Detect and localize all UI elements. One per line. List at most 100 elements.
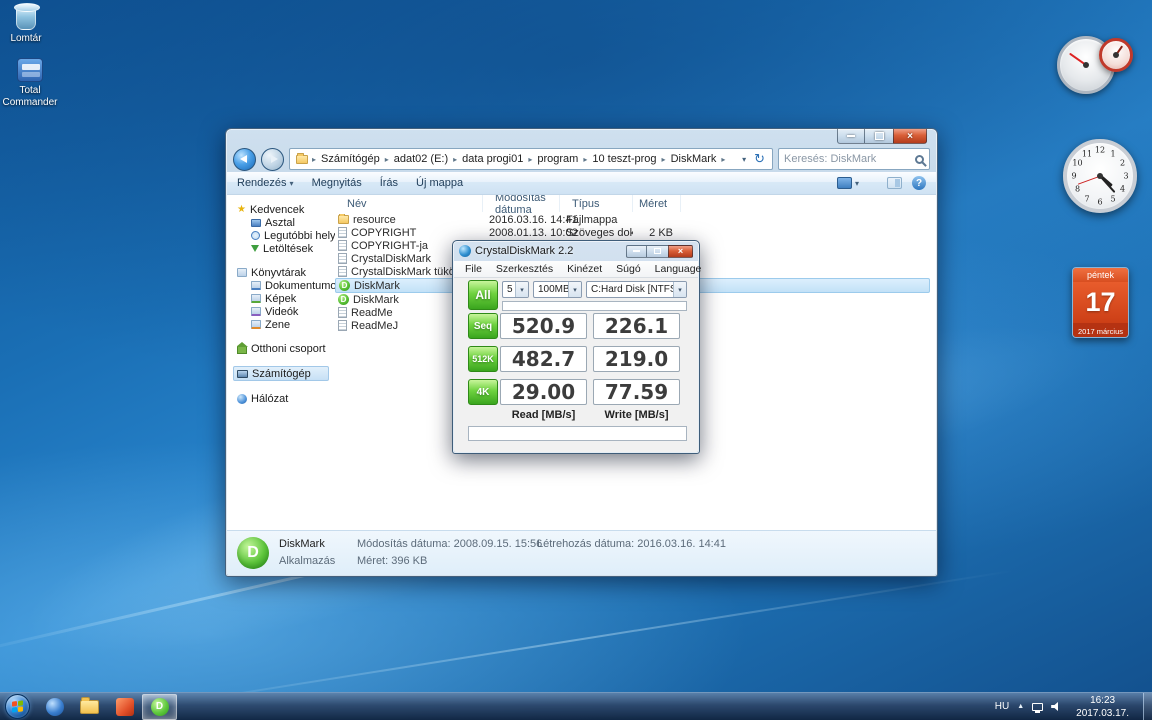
open-button[interactable]: Megnyitás [312, 177, 362, 189]
menu-bar: File Szerkesztés Kinézet Súgó Language [454, 261, 701, 278]
taskbar-clock[interactable]: 16:23 2017.03.17. [1070, 694, 1135, 720]
preview-pane-button[interactable] [887, 177, 902, 189]
organize-button[interactable]: Rendezés ▾ [237, 177, 294, 189]
column-header-size[interactable]: Méret [633, 195, 681, 212]
minimize-button[interactable] [837, 129, 865, 144]
language-indicator[interactable]: HU [995, 701, 1009, 712]
breadcrumb-separator-icon: ▸ [721, 154, 726, 164]
sidebar-item-recent-places[interactable]: Legutóbbi helyek [237, 229, 335, 242]
clock-number: 8 [1074, 184, 1081, 194]
show-desktop-button[interactable] [1143, 693, 1152, 720]
taskbar-icon-app-blue[interactable] [37, 694, 72, 720]
volume-icon[interactable] [1051, 702, 1058, 711]
drive-value: C:Hard Disk [NTFS] [591, 284, 673, 295]
chevron-down-icon: ▾ [568, 282, 581, 297]
search-input[interactable] [784, 153, 912, 165]
test-count-select[interactable]: 5 ▾ [502, 281, 529, 298]
calendar-gadget[interactable]: péntek 17 2017 március [1072, 267, 1129, 338]
address-history-dropdown-icon[interactable]: ▾ [738, 155, 750, 164]
menu-edit[interactable]: Szerkesztés [489, 263, 560, 275]
file-row[interactable]: COPYRIGHT 2008.01.13. 10:02 Szöveges dok… [335, 226, 936, 239]
read-column-header: Read [MB/s] [511, 409, 576, 421]
red-app-icon [115, 697, 134, 716]
sidebar-item-libraries[interactable]: Könyvtárak [237, 266, 335, 279]
text-file-icon [338, 320, 347, 331]
column-header-type[interactable]: Típus [560, 195, 633, 212]
start-button[interactable] [5, 694, 30, 719]
breadcrumb-drive[interactable]: adat02 (E:) [390, 153, 452, 165]
column-header-name[interactable]: Név [335, 195, 483, 212]
search-box[interactable] [778, 148, 930, 170]
taskbar-icon-diskmark-active[interactable] [142, 693, 177, 720]
sidebar-item-favorites[interactable]: ★ Kedvencek [237, 203, 335, 216]
sidebar-item-music[interactable]: Zene [237, 318, 335, 331]
clock-number: 4 [1119, 184, 1126, 194]
sidebar-item-videos[interactable]: Videók [237, 305, 335, 318]
refresh-icon[interactable]: ↻ [750, 151, 769, 167]
comment-field[interactable] [468, 426, 687, 441]
maximize-button[interactable] [865, 129, 893, 144]
sidebar-item-label: Otthoni csoport [251, 342, 326, 355]
512k-test-button[interactable]: 512K [468, 346, 498, 372]
sidebar-item-homegroup[interactable]: Otthoni csoport [237, 342, 335, 355]
show-hidden-icons-button[interactable]: ▲ [1017, 703, 1024, 710]
taskbar-icon-app-red[interactable] [107, 694, 142, 720]
new-folder-button[interactable]: Új mappa [416, 177, 463, 189]
forward-button[interactable] [261, 147, 284, 171]
network-icon[interactable] [1032, 702, 1044, 713]
4k-test-button[interactable]: 4K [468, 379, 498, 405]
calendar-day: 17 [1073, 282, 1128, 323]
menu-view[interactable]: Kinézet [560, 263, 609, 275]
recycle-bin-icon [14, 3, 40, 30]
drive-select[interactable]: C:Hard Disk [NTFS] ▾ [586, 281, 687, 298]
sidebar-item-computer[interactable]: Számítógép [233, 366, 329, 381]
sidebar-item-desktop[interactable]: Asztal [237, 216, 335, 229]
sidebar-item-documents[interactable]: Dokumentumok [237, 279, 335, 292]
close-button[interactable]: × [668, 244, 693, 258]
crystaldiskmark-window: CrystalDiskMark 2.2 × File Szerkesztés K… [452, 240, 701, 454]
breadcrumb-folder[interactable]: data progi01 [458, 153, 527, 165]
sidebar-item-network[interactable]: Hálózat [237, 392, 335, 405]
breadcrumb-current[interactable]: DiskMark [667, 153, 721, 165]
crystaldiskmark-titlebar[interactable]: CrystalDiskMark 2.2 × [453, 241, 699, 261]
sidebar-item-downloads[interactable]: Letöltések [237, 242, 335, 255]
back-button[interactable] [233, 147, 256, 171]
sidebar-item-pictures[interactable]: Képek [237, 292, 335, 305]
folder-icon [338, 213, 349, 224]
ram-meter-gadget[interactable] [1099, 38, 1133, 72]
windows-flag-icon [12, 700, 23, 713]
address-bar[interactable]: ▸ Számítógép ▸ adat02 (E:) ▸ data progi0… [289, 148, 773, 170]
write-column-header: Write [MB/s] [604, 409, 669, 421]
seq-test-button[interactable]: Seq [468, 313, 498, 339]
documents-library-icon [251, 281, 261, 290]
change-view-button[interactable]: ▾ [836, 177, 859, 189]
menu-help[interactable]: Súgó [609, 263, 648, 275]
text-file-icon [338, 307, 347, 318]
close-icon: × [907, 130, 913, 142]
navigation-pane: ★ Kedvencek Asztal Legutóbbi helyek Letö… [227, 195, 335, 530]
test-size-select[interactable]: 100MB ▾ [533, 281, 582, 298]
taskb ar-icon-explorer[interactable] [72, 694, 107, 720]
breadcrumb-folder[interactable]: program [533, 153, 582, 165]
organize-label: Rendezés [237, 177, 287, 189]
menu-file[interactable]: File [458, 263, 489, 275]
breadcrumb-folder[interactable]: 10 teszt-prog [588, 153, 660, 165]
chevron-down-icon: ▾ [515, 282, 528, 297]
file-row[interactable]: resource 2016.03.16. 14:41 Fájlmappa [335, 213, 936, 226]
clock-gadget[interactable]: 12 1 2 3 4 5 6 7 8 9 10 11 [1063, 139, 1137, 213]
chevron-down-icon: ▾ [673, 282, 686, 297]
gauge-hub [1113, 52, 1119, 58]
all-test-button[interactable]: All [468, 280, 498, 310]
column-header-modified[interactable]: Módosítás dátuma [483, 195, 560, 216]
close-button[interactable]: × [893, 129, 927, 144]
details-file-type: Alkalmazás [279, 555, 336, 567]
desktop-icon-recycle-bin[interactable]: Lomtár [0, 3, 58, 45]
desktop-icon-total-commander[interactable]: Total Commander [0, 58, 62, 108]
help-button[interactable]: ? [912, 176, 926, 190]
burn-button[interactable]: Írás [380, 177, 398, 189]
breadcrumb-computer[interactable]: Számítógép [317, 153, 384, 165]
maximize-button[interactable] [647, 244, 668, 258]
minimize-button[interactable] [626, 244, 647, 258]
menu-language[interactable]: Language [648, 263, 709, 275]
clock-number: 10 [1072, 158, 1083, 168]
